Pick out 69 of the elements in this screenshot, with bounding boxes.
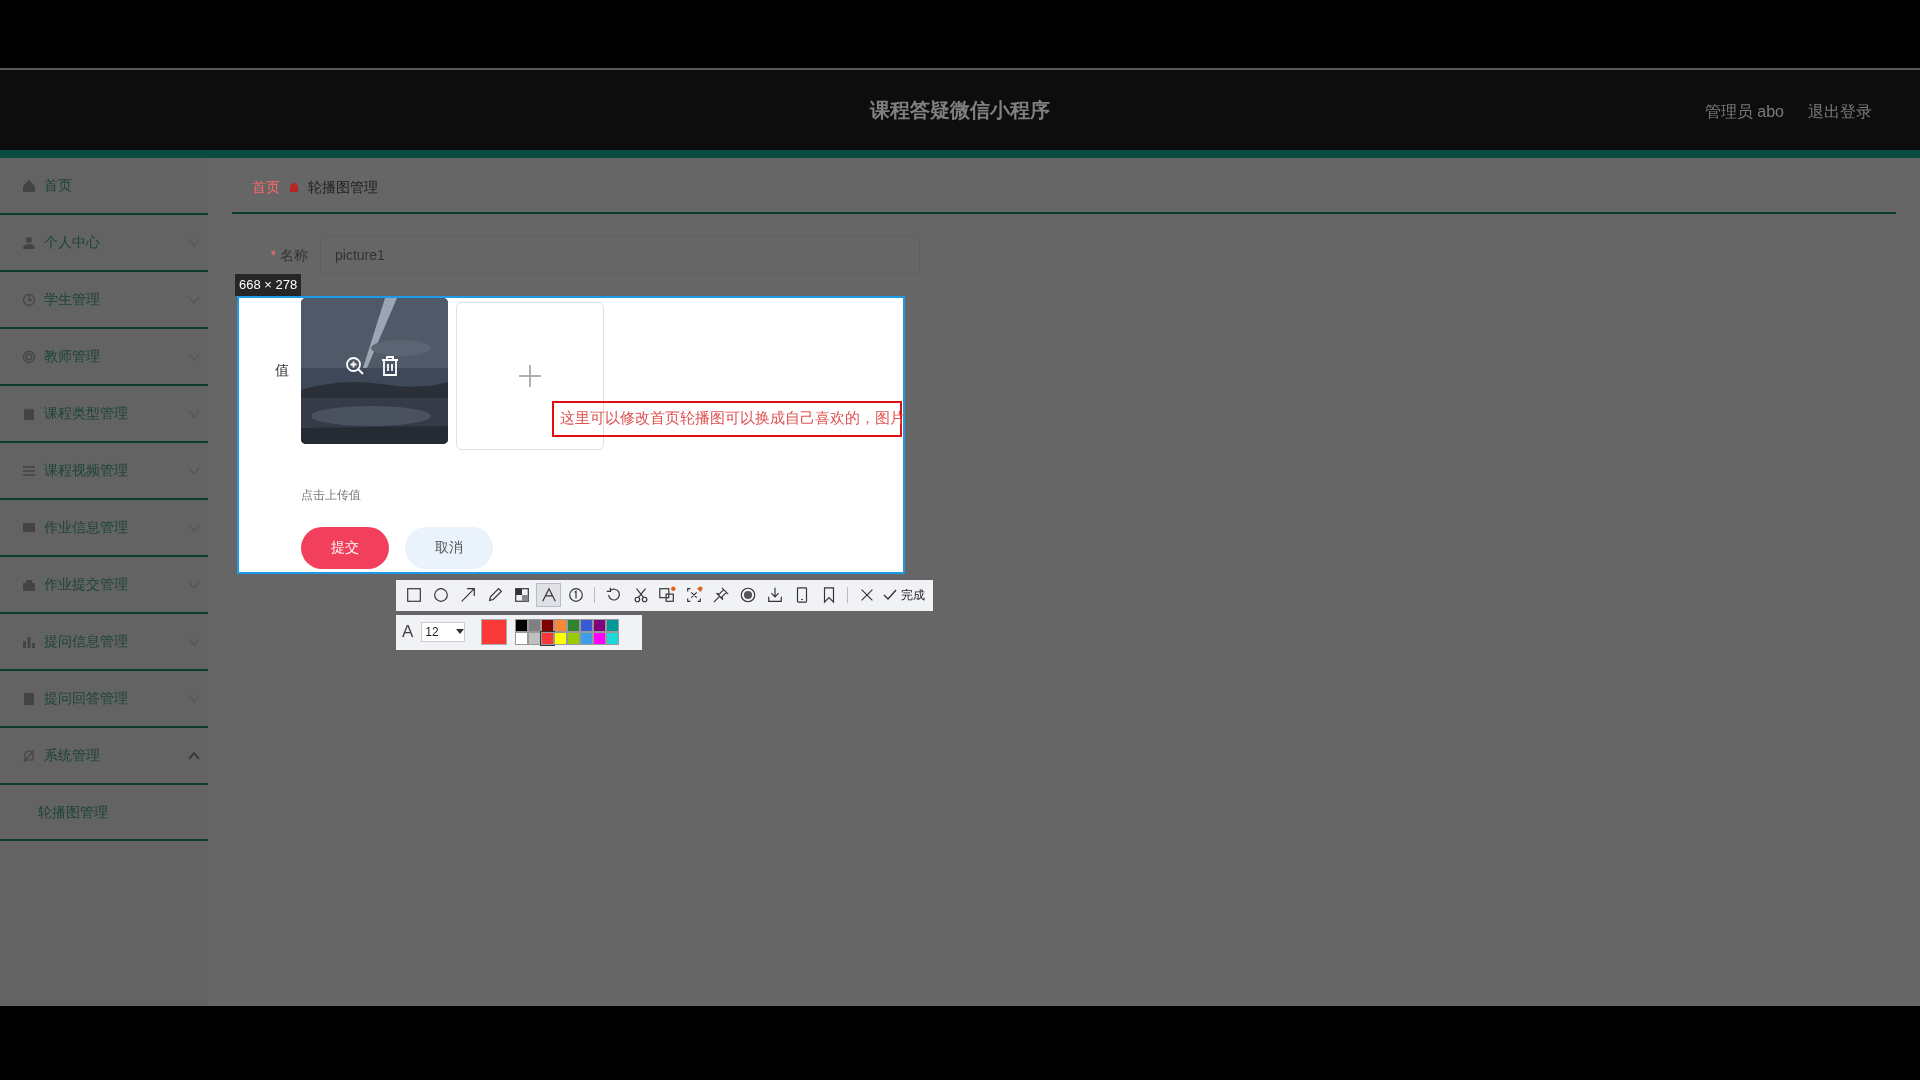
rectangle-icon (405, 586, 424, 604)
color-swatch[interactable] (606, 632, 620, 645)
field-label: 值 (275, 361, 289, 380)
clipboard-icon (22, 406, 36, 421)
font-size-select[interactable]: 12 (421, 622, 466, 642)
chat-icon (22, 520, 36, 535)
submit-button[interactable]: 提交 (301, 526, 389, 569)
sidebar-item[interactable]: 系统管理 (0, 728, 208, 785)
color-swatch[interactable] (541, 632, 555, 645)
breadcrumb-link[interactable]: 首页 (252, 176, 280, 198)
briefcase-icon (22, 577, 36, 592)
cancel-button[interactable]: 取消 (405, 526, 493, 569)
sidebar-item[interactable]: 课程类型管理 (0, 386, 208, 443)
sidebar-subitem[interactable]: 轮播图管理 (0, 785, 208, 841)
color-swatch[interactable] (554, 619, 568, 632)
undo-icon (604, 586, 623, 604)
caret-icon (456, 629, 465, 635)
scissors-icon (631, 586, 650, 604)
color-swatch[interactable] (606, 619, 620, 632)
color-swatch[interactable] (593, 632, 607, 645)
font-size-label: A (402, 621, 414, 644)
pencil-icon (486, 586, 505, 604)
text-tool-icon (539, 586, 558, 604)
circle-icon (432, 586, 451, 604)
breadcrumb-current: 轮播图管理 (308, 177, 378, 197)
numbered-circle-icon (566, 586, 585, 604)
sidebar-item[interactable]: 首页 (0, 158, 208, 215)
ring-icon (22, 349, 36, 364)
sidebar-item[interactable]: 教师管理 (0, 329, 208, 386)
color-swatch[interactable] (515, 619, 529, 632)
clock-icon (22, 292, 36, 307)
plus-icon (518, 363, 542, 388)
sidebar-item[interactable]: 学生管理 (0, 272, 208, 329)
arrow-icon (459, 586, 478, 604)
pin-icon (712, 586, 731, 604)
selection-size: 668 × 278 (235, 274, 302, 296)
app-title: 课程答疑微信小程序 (870, 99, 1050, 121)
color-swatch[interactable] (593, 619, 607, 632)
color-swatch[interactable] (528, 619, 542, 632)
list-icon (22, 463, 36, 478)
bar-chart-icon (22, 634, 36, 649)
done-button[interactable]: 完成 (881, 586, 928, 604)
color-swatch[interactable] (567, 619, 581, 632)
sidebar-item[interactable]: 作业提交管理 (0, 557, 208, 614)
document-icon (22, 691, 36, 706)
download-icon (766, 586, 784, 604)
color-swatch[interactable] (580, 632, 594, 645)
sidebar-item[interactable]: 提问回答管理 (0, 671, 208, 728)
color-swatch[interactable] (567, 632, 581, 645)
person-icon (22, 235, 36, 250)
color-swatch[interactable] (580, 619, 594, 632)
tool-button[interactable] (536, 583, 562, 607)
mosaic-icon (513, 586, 531, 604)
home-icon (22, 178, 36, 193)
sidebar-item[interactable]: 作业信息管理 (0, 500, 208, 557)
home-icon (288, 181, 300, 193)
delete-icon[interactable] (381, 355, 399, 376)
user-name: 管理员 abo (1704, 102, 1784, 122)
color-swatch[interactable] (554, 632, 568, 645)
record-icon (739, 586, 758, 604)
sidebar-item[interactable]: 课程视频管理 (0, 443, 208, 500)
logout-link[interactable]: 退出登录 (1808, 100, 1872, 124)
sidebar-item[interactable]: 提问信息管理 (0, 614, 208, 671)
check-icon (883, 589, 898, 601)
current-color-swatch[interactable] (481, 619, 508, 645)
upload-hint: 点击上传值 (301, 487, 361, 502)
sidebar-item[interactable]: 个人中心 (0, 215, 208, 272)
color-swatch[interactable] (515, 632, 529, 645)
zoom-in-icon[interactable] (345, 355, 365, 376)
